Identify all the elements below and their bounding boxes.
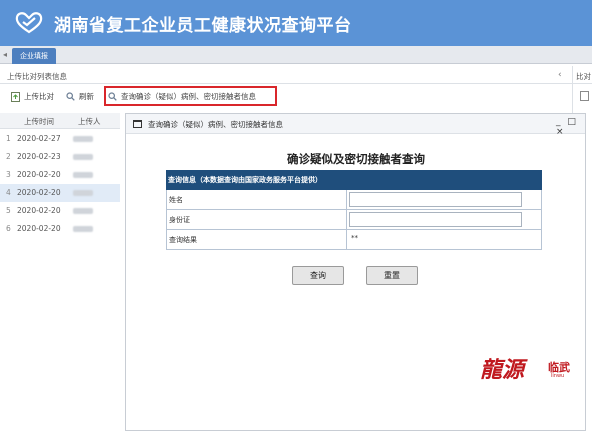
row-date: 2020-02-27 <box>17 134 61 143</box>
redacted-uploader <box>73 154 93 160</box>
row-date: 2020-02-20 <box>17 188 61 197</box>
result-row: 查询结果 ** <box>166 230 542 250</box>
form-title: 确诊疑似及密切接触者查询 <box>287 152 425 166</box>
app-title: 湖南省复工企业员工健康状况查询平台 <box>54 15 352 36</box>
dialog-titlebar[interactable]: 查询确诊（疑似）病例、密切接触者信息 _ □ × <box>126 114 585 137</box>
watermark-logo: 龍源 临武 linwu <box>480 352 570 384</box>
upload-icon <box>11 91 20 102</box>
save-icon[interactable] <box>580 91 589 101</box>
reset-button[interactable]: 重置 <box>366 266 418 285</box>
redacted-uploader <box>73 136 93 142</box>
row-number: 1 <box>6 134 11 143</box>
row-number: 4 <box>6 188 11 197</box>
refresh-button[interactable]: 刷新 <box>66 91 94 102</box>
id-card-cell <box>347 210 541 229</box>
name-cell <box>347 190 541 209</box>
list-row[interactable]: 3 2020-02-20 <box>0 166 120 184</box>
redacted-uploader <box>73 172 93 178</box>
id-card-input[interactable] <box>349 212 522 227</box>
highlight-annotation <box>104 86 277 106</box>
query-form-table: 查询信息（本数据查询由国家政务服务平台提供） 姓名 身份证 查询结果 ** <box>166 170 542 250</box>
row-date: 2020-02-20 <box>17 170 61 179</box>
name-input[interactable] <box>349 192 522 207</box>
list-row[interactable]: 6 2020-02-20 <box>0 220 120 238</box>
upload-compare-label: 上传比对 <box>24 92 54 101</box>
list-row[interactable]: 1 2020-02-27 <box>0 130 120 148</box>
row-date: 2020-02-20 <box>17 224 61 233</box>
form-table-header: 查询信息（本数据查询由国家政务服务平台提供） <box>166 170 542 190</box>
result-value: ** <box>351 234 358 242</box>
row-number: 2 <box>6 152 11 161</box>
id-card-row: 身份证 <box>166 210 542 230</box>
dialog-title: 查询确诊（疑似）病例、密切接触者信息 <box>148 120 283 129</box>
panel-title: 上传比对列表信息 <box>7 72 67 81</box>
column-upload-time: 上传时间 <box>24 117 54 126</box>
app-header: 湖南省复工企业员工健康状况查询平台 <box>0 0 592 46</box>
list-row[interactable]: 2 2020-02-23 <box>0 148 120 166</box>
list-row-selected[interactable]: 4 2020-02-20 <box>0 184 120 202</box>
id-card-label: 身份证 <box>167 210 347 229</box>
row-number: 3 <box>6 170 11 179</box>
redacted-uploader <box>73 226 93 232</box>
column-uploader: 上传人 <box>78 117 101 126</box>
redacted-uploader <box>73 208 93 214</box>
row-number: 5 <box>6 206 11 215</box>
query-button[interactable]: 查询 <box>292 266 344 285</box>
upload-compare-button[interactable]: 上传比对 <box>11 91 54 102</box>
redacted-uploader <box>73 190 93 196</box>
watermark-brand: 龍源 <box>480 357 525 383</box>
watermark-sub: linwu <box>551 373 565 379</box>
list-row[interactable]: 5 2020-02-20 <box>0 202 120 220</box>
collapse-left-icon[interactable]: ‹ <box>558 70 562 80</box>
panel-title-bar: 上传比对列表信息 ‹ <box>0 68 592 84</box>
name-label: 姓名 <box>167 190 347 209</box>
name-row: 姓名 <box>166 190 542 210</box>
right-panel-label: 比对 <box>576 72 591 81</box>
row-date: 2020-02-20 <box>17 206 61 215</box>
row-number: 6 <box>6 224 11 233</box>
result-label: 查询结果 <box>167 230 347 249</box>
tab-bar: ◂ 企业填报 <box>0 46 592 64</box>
logo-icon <box>15 12 43 34</box>
window-controls[interactable]: _ □ × <box>556 117 585 137</box>
search-icon <box>66 92 75 101</box>
window-icon <box>133 120 142 128</box>
refresh-label: 刷新 <box>79 92 94 101</box>
list-header: 上传时间 上传人 <box>0 113 120 129</box>
toolbar: 上传比对 刷新 查询确诊（疑似）病例、密切接触者信息 <box>0 85 572 107</box>
tab-enterprise-report[interactable]: 企业填报 <box>12 48 56 64</box>
row-date: 2020-02-23 <box>17 152 61 161</box>
tab-scroll-left-icon[interactable]: ◂ <box>3 50 7 59</box>
